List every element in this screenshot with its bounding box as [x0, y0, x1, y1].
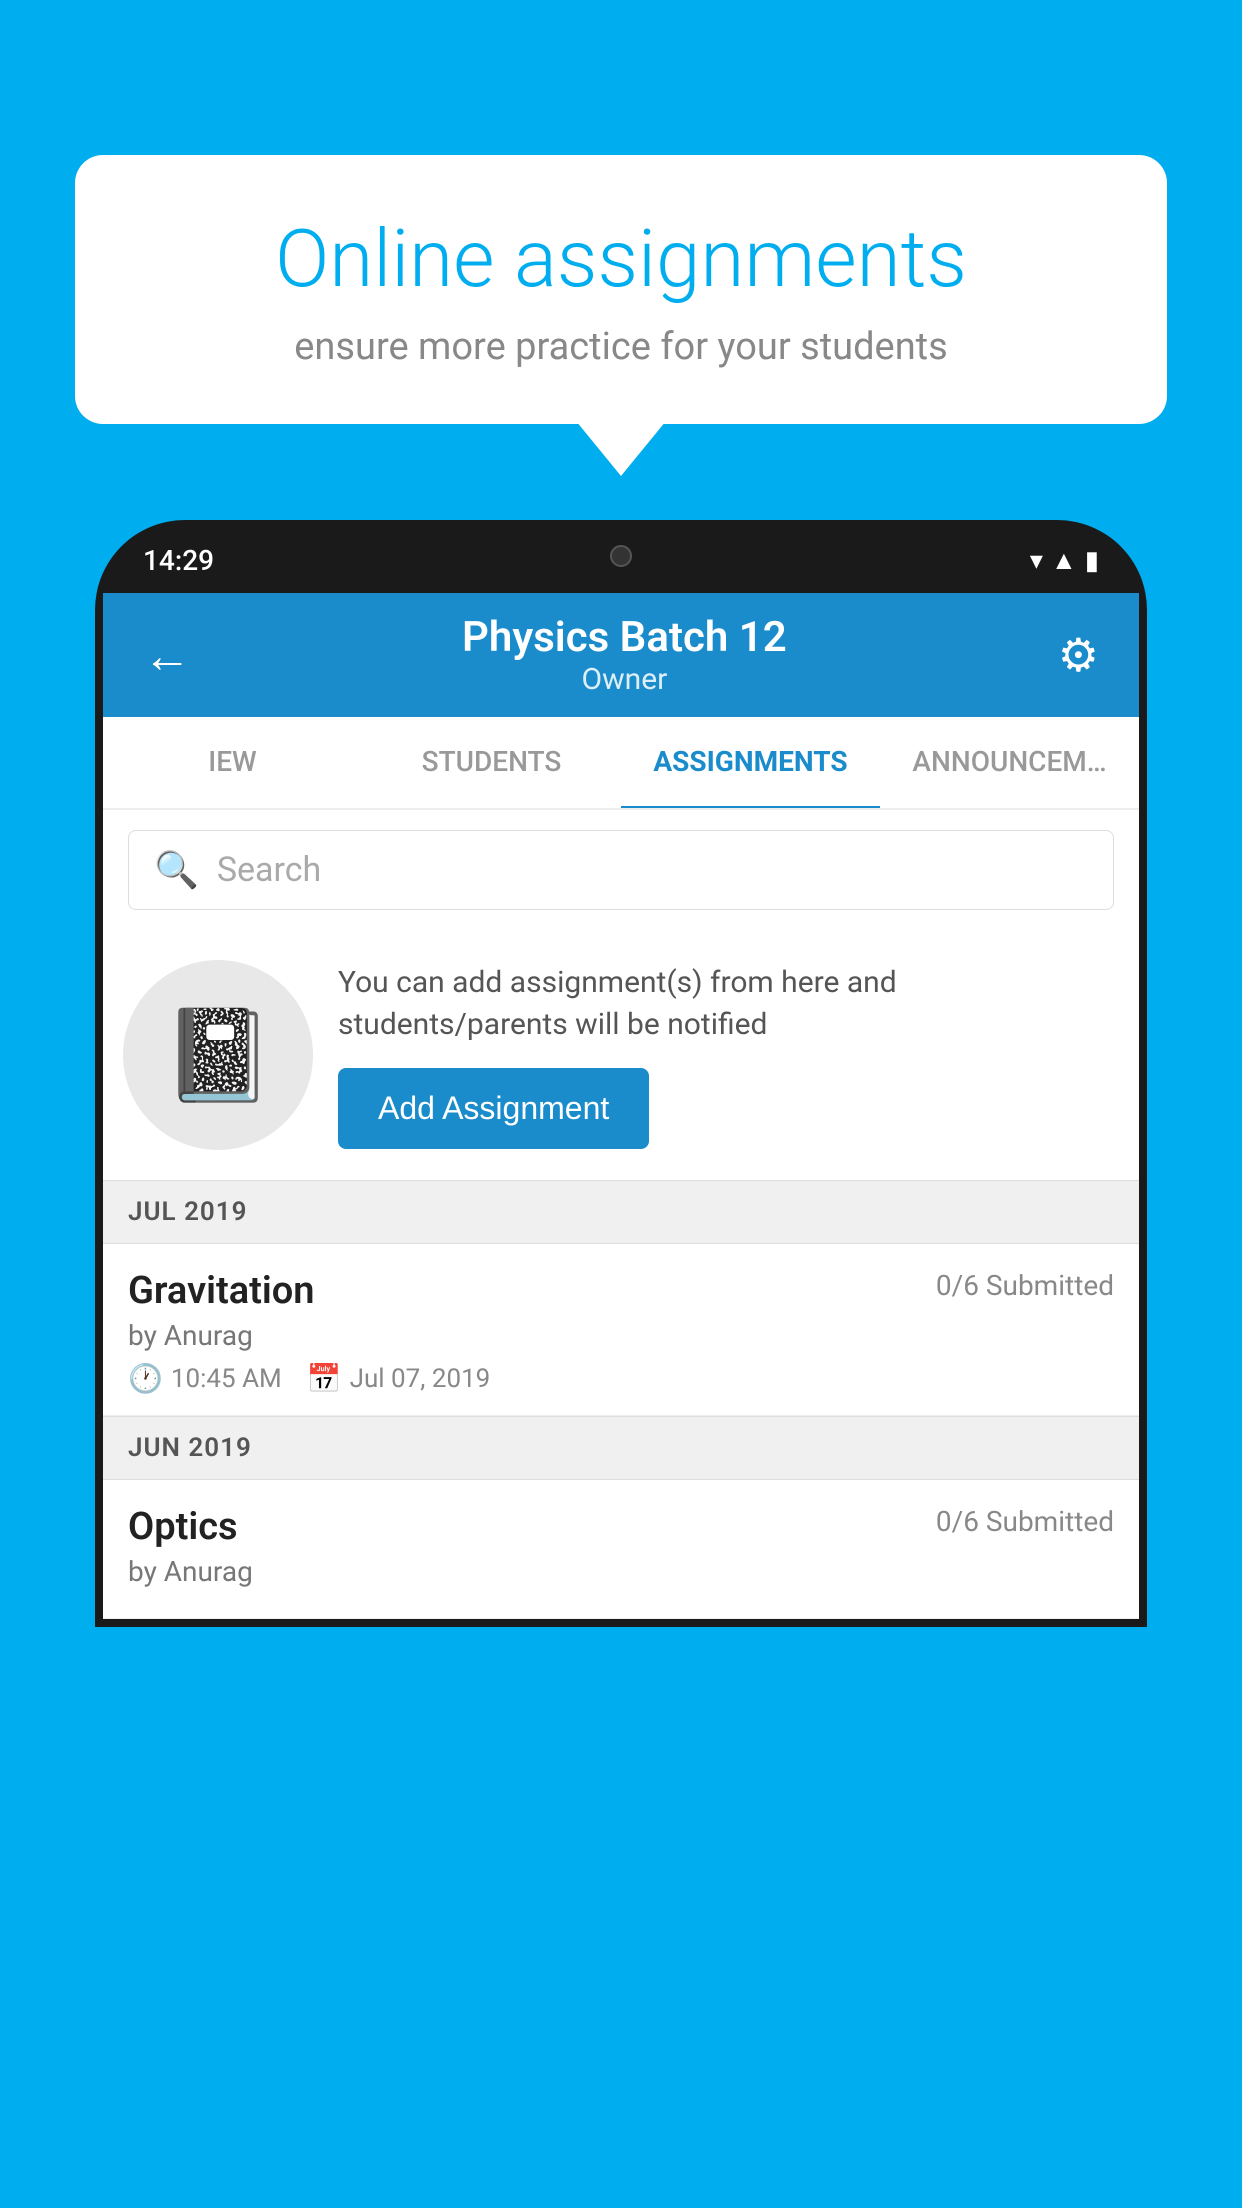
assignment-date: 📅 Jul 07, 2019 [307, 1362, 491, 1395]
assignment-item-optics[interactable]: Optics 0/6 Submitted by Anurag [103, 1480, 1139, 1619]
search-icon: 🔍 [154, 849, 199, 891]
assignment-row1: Gravitation 0/6 Submitted [128, 1269, 1114, 1313]
wifi-icon: ▾ [1030, 546, 1043, 576]
tab-assignments[interactable]: ASSIGNMENTS [621, 717, 880, 810]
notebook-icon: 📓 [162, 1003, 274, 1108]
assignment-name-gravitation: Gravitation [128, 1269, 315, 1313]
status-icons: ▾ ▲ ▮ [1030, 545, 1099, 576]
status-time: 14:29 [143, 544, 214, 577]
camera-dot [610, 545, 632, 567]
promo-text-area: You can add assignment(s) from here and … [338, 962, 1109, 1149]
header-title-group: Physics Batch 12 Owner [462, 613, 787, 697]
calendar-icon: 📅 [307, 1362, 342, 1395]
app-header: ← Physics Batch 12 Owner ⚙ [103, 593, 1139, 717]
assignment-author-gravitation: by Anurag [128, 1319, 1114, 1352]
phone-screen: ← Physics Batch 12 Owner ⚙ IEW STUDENTS … [103, 593, 1139, 1619]
assignment-author-optics: by Anurag [128, 1555, 1114, 1588]
header-subtitle: Owner [462, 662, 787, 697]
search-placeholder[interactable]: Search [217, 850, 321, 890]
settings-icon[interactable]: ⚙ [1058, 628, 1099, 683]
phone-wrapper: 14:29 ▾ ▲ ▮ ← Physics Batch 12 Owner ⚙ [95, 520, 1147, 2208]
assignment-submitted-optics: 0/6 Submitted [936, 1505, 1114, 1538]
search-container: 🔍 Search [103, 810, 1139, 930]
phone-outer: 14:29 ▾ ▲ ▮ ← Physics Batch 12 Owner ⚙ [95, 520, 1147, 1627]
assignment-name-optics: Optics [128, 1505, 238, 1549]
phone-notch [531, 528, 711, 583]
back-button[interactable]: ← [143, 627, 191, 684]
tab-iew[interactable]: IEW [103, 717, 362, 808]
add-assignment-button[interactable]: Add Assignment [338, 1068, 649, 1149]
speech-bubble-subtitle: ensure more practice for your students [145, 325, 1097, 369]
clock-icon: 🕐 [128, 1362, 163, 1395]
tabs-row: IEW STUDENTS ASSIGNMENTS ANNOUNCEM… [103, 717, 1139, 810]
promo-card: 📓 You can add assignment(s) from here an… [103, 930, 1139, 1180]
section-header-jul: JUL 2019 [103, 1180, 1139, 1244]
tab-students[interactable]: STUDENTS [362, 717, 621, 808]
status-bar: 14:29 ▾ ▲ ▮ [103, 528, 1139, 593]
search-bar[interactable]: 🔍 Search [128, 830, 1114, 910]
assignment-time-text: 10:45 AM [171, 1364, 282, 1394]
tab-announcements[interactable]: ANNOUNCEM… [880, 717, 1139, 808]
assignment-date-text: Jul 07, 2019 [350, 1364, 491, 1394]
assignment-row1-optics: Optics 0/6 Submitted [128, 1505, 1114, 1549]
speech-bubble-title: Online assignments [145, 215, 1097, 303]
promo-description: You can add assignment(s) from here and … [338, 962, 1109, 1046]
header-title: Physics Batch 12 [462, 613, 787, 662]
assignment-meta-gravitation: 🕐 10:45 AM 📅 Jul 07, 2019 [128, 1362, 1114, 1395]
assignment-item-gravitation[interactable]: Gravitation 0/6 Submitted by Anurag 🕐 10… [103, 1244, 1139, 1416]
speech-bubble-container: Online assignments ensure more practice … [75, 155, 1167, 424]
assignment-submitted-gravitation: 0/6 Submitted [936, 1269, 1114, 1302]
signal-icon: ▲ [1051, 545, 1077, 576]
section-header-jun: JUN 2019 [103, 1416, 1139, 1480]
speech-bubble: Online assignments ensure more practice … [75, 155, 1167, 424]
assignment-time: 🕐 10:45 AM [128, 1362, 282, 1395]
battery-icon: ▮ [1085, 546, 1099, 576]
promo-icon-circle: 📓 [123, 960, 313, 1150]
